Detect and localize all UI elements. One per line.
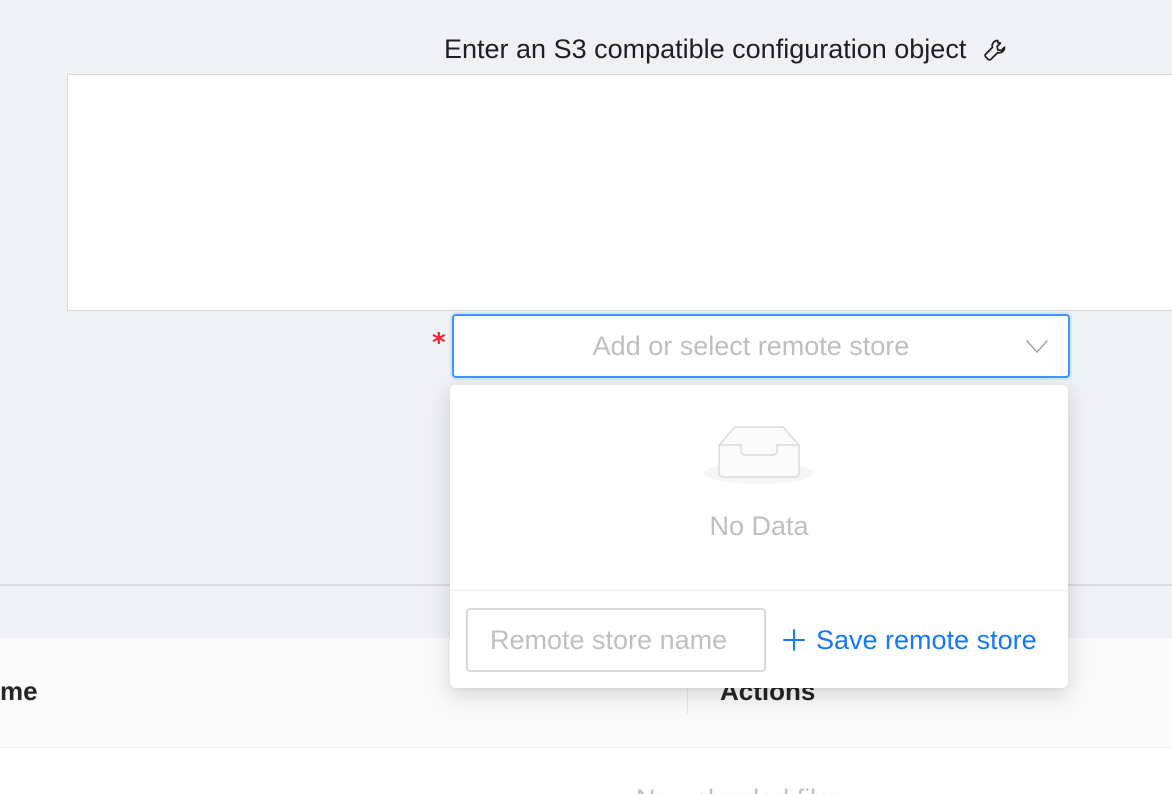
- dropdown-divider: [450, 590, 1068, 591]
- required-asterisk: *: [432, 328, 446, 358]
- empty-inbox-icon: [450, 415, 1068, 487]
- remote-store-select-placeholder: Add or select remote store: [592, 330, 910, 361]
- config-label: Enter an S3 compatible configuration obj…: [444, 34, 1008, 65]
- save-remote-store-label: Save remote store: [816, 624, 1037, 655]
- remote-store-select[interactable]: Add or select remote store: [452, 314, 1070, 378]
- remote-store-dropdown: No Data Save remote store: [450, 385, 1068, 688]
- plus-icon: [782, 628, 806, 652]
- column-header-name: me: [0, 676, 38, 706]
- config-label-text: Enter an S3 compatible configuration obj…: [444, 34, 967, 64]
- chevron-down-icon[interactable]: [1024, 336, 1050, 363]
- config-textarea[interactable]: [67, 74, 1172, 311]
- no-data-text: No Data: [709, 511, 809, 541]
- remote-store-name-input[interactable]: [466, 608, 766, 672]
- table-empty-text: No uploaded files: [636, 784, 845, 794]
- wrench-icon[interactable]: [982, 37, 1008, 63]
- page: Enter an S3 compatible configuration obj…: [0, 0, 1172, 794]
- save-remote-store-button[interactable]: Save remote store: [782, 608, 1037, 672]
